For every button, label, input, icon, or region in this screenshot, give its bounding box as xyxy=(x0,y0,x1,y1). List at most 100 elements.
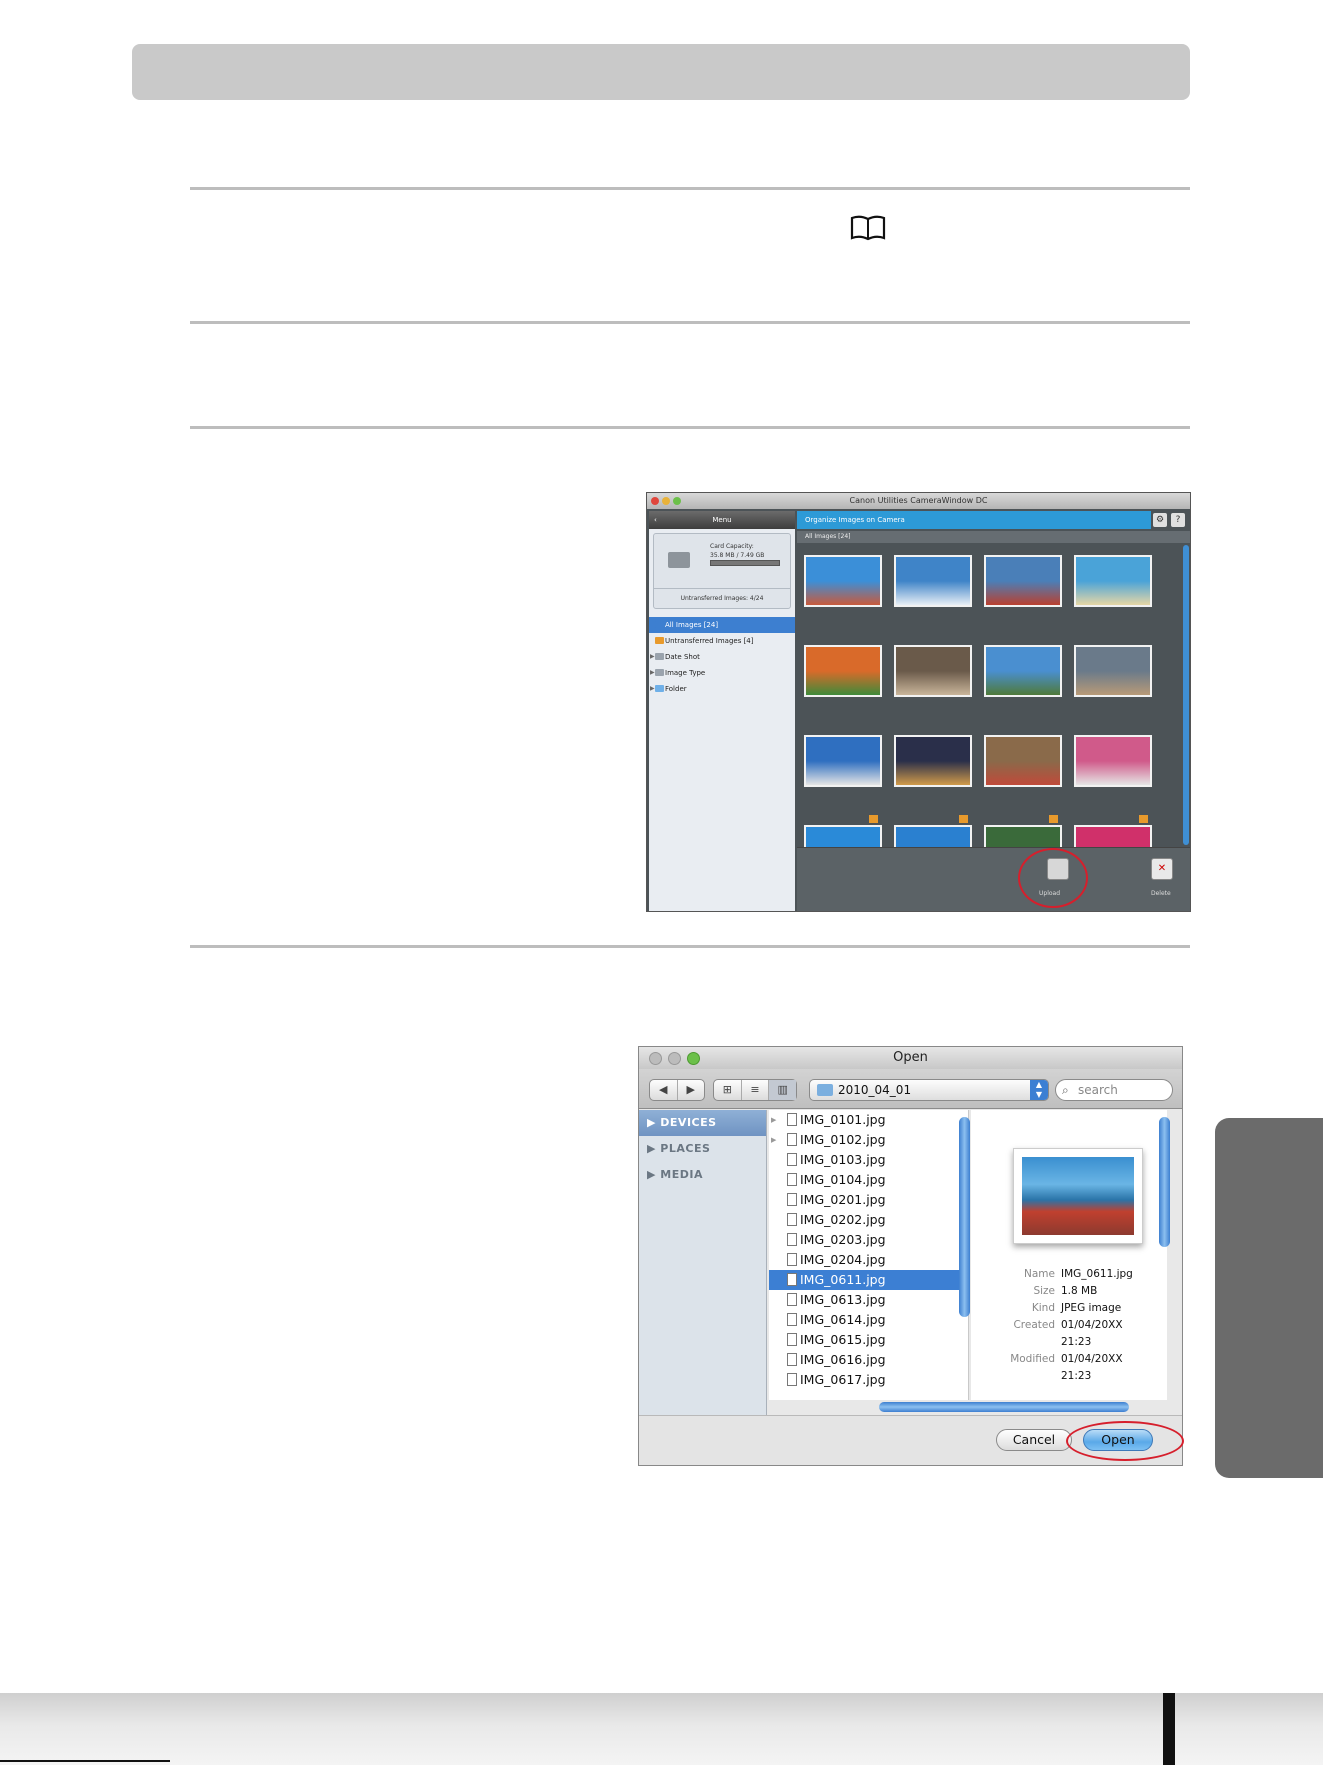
column-view-icon[interactable]: ▥ xyxy=(769,1080,797,1100)
back-arrow-icon[interactable]: ‹ xyxy=(654,511,657,529)
file-row[interactable]: IMG_0614.jpg xyxy=(769,1310,968,1330)
photo-thumbnail[interactable] xyxy=(804,735,882,787)
file-row[interactable]: IMG_0104.jpg xyxy=(769,1170,968,1190)
card-capacity-panel: Card Capacity: 35.8 MB / 7.49 GB Untrans… xyxy=(653,533,791,609)
grid-scrollbar[interactable] xyxy=(1183,545,1189,845)
popup-stepper-icon[interactable]: ▲ ▼ xyxy=(1030,1080,1048,1100)
help-icon[interactable]: ? xyxy=(1171,513,1185,527)
tree-item[interactable]: Untransferred Images [4] xyxy=(649,633,795,649)
photo-thumbnail[interactable] xyxy=(804,645,882,697)
file-name: IMG_0615.jpg xyxy=(800,1332,886,1347)
photo-thumbnail[interactable] xyxy=(984,645,1062,697)
open-dialog-titlebar: Open xyxy=(639,1047,1182,1069)
thumbnail-cell[interactable] xyxy=(799,725,889,815)
photo-thumbnail[interactable] xyxy=(894,645,972,697)
file-row[interactable]: IMG_0203.jpg xyxy=(769,1230,968,1250)
file-row[interactable]: IMG_0613.jpg xyxy=(769,1290,968,1310)
card-capacity-value: 35.8 MB / 7.49 GB xyxy=(710,552,765,559)
thumbnail-cell[interactable] xyxy=(1069,545,1159,635)
view-mode-control[interactable]: ⊞ ≡ ▥ xyxy=(713,1079,797,1101)
thumbnail-cell[interactable] xyxy=(889,725,979,815)
jpeg-file-icon xyxy=(787,1333,797,1346)
thumbnail-cell[interactable] xyxy=(799,635,889,725)
file-row[interactable]: ▶ IMG_0101.jpg xyxy=(769,1110,968,1130)
search-input[interactable]: ⌕ search xyxy=(1055,1079,1173,1101)
meta-name-key: Name xyxy=(1024,1268,1055,1280)
section-side-tab xyxy=(1215,1118,1323,1478)
settings-gear-icon[interactable]: ⚙ xyxy=(1153,513,1167,527)
photo-thumbnail[interactable] xyxy=(1074,645,1152,697)
disclosure-triangle-icon[interactable]: ▶ xyxy=(650,665,655,681)
cancel-button[interactable]: Cancel xyxy=(996,1429,1072,1451)
delete-button[interactable]: ✕ xyxy=(1151,858,1173,880)
file-row[interactable]: IMG_0615.jpg xyxy=(769,1330,968,1350)
file-row[interactable]: IMG_0204.jpg xyxy=(769,1250,968,1270)
meta-size-key: Size xyxy=(1033,1285,1055,1297)
file-name: IMG_0202.jpg xyxy=(800,1212,886,1227)
sidebar-group[interactable]: ▶ DEVICES xyxy=(639,1110,766,1136)
tree-item[interactable]: ▶ Image Type xyxy=(649,665,795,681)
photo-thumbnail[interactable] xyxy=(1074,735,1152,787)
thumbnail-cell[interactable] xyxy=(979,545,1069,635)
step-divider xyxy=(190,945,1190,948)
photo-thumbnail[interactable] xyxy=(894,555,972,607)
minimize-window-icon[interactable] xyxy=(662,497,670,505)
zoom-window-icon[interactable] xyxy=(673,497,681,505)
tree-item[interactable]: ▶ Date Shot xyxy=(649,649,795,665)
file-name: IMG_0104.jpg xyxy=(800,1172,886,1187)
category-icon xyxy=(655,637,664,644)
camera-icon xyxy=(668,552,690,568)
back-forward-control[interactable]: ◀ ▶ xyxy=(649,1079,705,1101)
file-row[interactable]: IMG_0202.jpg xyxy=(769,1210,968,1230)
disclosure-triangle-icon[interactable]: ▶ xyxy=(650,649,655,665)
close-window-icon[interactable] xyxy=(649,1052,662,1065)
tree-item[interactable]: ▶ Folder xyxy=(649,681,795,697)
open-dialog-toolbar: ◀ ▶ ⊞ ≡ ▥ 2010_04_01 ▲ ▼ ⌕ search xyxy=(639,1069,1182,1109)
list-view-icon[interactable]: ≡ xyxy=(742,1080,770,1100)
sidebar-group[interactable]: ▶ PLACES xyxy=(639,1136,766,1162)
thumbnail-cell[interactable] xyxy=(889,635,979,725)
photo-thumbnail[interactable] xyxy=(894,735,972,787)
sidebar-group[interactable]: ▶ MEDIA xyxy=(639,1162,766,1188)
photo-thumbnail[interactable] xyxy=(1074,555,1152,607)
thumbnail-cell[interactable] xyxy=(889,545,979,635)
file-list-column: ▶ IMG_0101.jpg ▶ IMG_0102.jpg IMG_0103.jpg IM… xyxy=(769,1110,969,1400)
card-capacity-label: Card Capacity: xyxy=(710,543,754,550)
preview-scrollbar[interactable] xyxy=(1159,1117,1170,1247)
file-name: IMG_0101.jpg xyxy=(800,1112,886,1127)
file-name: IMG_0617.jpg xyxy=(800,1372,886,1387)
page-header-bar xyxy=(132,44,1190,100)
file-name: IMG_0611.jpg xyxy=(800,1272,886,1287)
thumbnail-cell[interactable] xyxy=(979,725,1069,815)
minimize-window-icon[interactable] xyxy=(668,1052,681,1065)
disclosure-triangle-icon[interactable]: ▶ xyxy=(650,681,655,697)
photo-thumbnail[interactable] xyxy=(984,735,1062,787)
icon-view-icon[interactable]: ⊞ xyxy=(714,1080,742,1100)
file-row[interactable]: IMG_0616.jpg xyxy=(769,1350,968,1370)
file-row[interactable]: IMG_0611.jpg xyxy=(769,1270,968,1290)
file-row[interactable]: IMG_0103.jpg xyxy=(769,1150,968,1170)
file-row[interactable]: IMG_0201.jpg xyxy=(769,1190,968,1210)
file-list-scrollbar[interactable] xyxy=(959,1117,970,1317)
jpeg-file-icon xyxy=(787,1113,797,1126)
open-highlight-ring xyxy=(1066,1421,1184,1461)
file-row[interactable]: IMG_0617.jpg xyxy=(769,1370,968,1390)
menu-label: Menu xyxy=(712,516,732,524)
photo-thumbnail[interactable] xyxy=(804,555,882,607)
zoom-window-icon[interactable] xyxy=(687,1052,700,1065)
folder-path-popup[interactable]: 2010_04_01 ▲ ▼ xyxy=(809,1079,1049,1101)
thumbnail-cell[interactable] xyxy=(1069,635,1159,725)
close-window-icon[interactable] xyxy=(651,497,659,505)
category-icon xyxy=(655,653,664,660)
thumbnail-cell[interactable] xyxy=(1069,725,1159,815)
file-row[interactable]: ▶ IMG_0102.jpg xyxy=(769,1130,968,1150)
tree-item[interactable]: All Images [24] xyxy=(649,617,795,633)
menu-button[interactable]: ‹ Menu xyxy=(649,511,795,529)
horizontal-scrollbar[interactable] xyxy=(879,1402,1129,1412)
thumbnail-cell[interactable] xyxy=(979,635,1069,725)
forward-arrow-icon[interactable]: ▶ xyxy=(678,1080,705,1100)
thumbnail-cell[interactable] xyxy=(799,545,889,635)
back-arrow-icon[interactable]: ◀ xyxy=(650,1080,678,1100)
tree-item-label: Image Type xyxy=(665,669,706,677)
photo-thumbnail[interactable] xyxy=(984,555,1062,607)
